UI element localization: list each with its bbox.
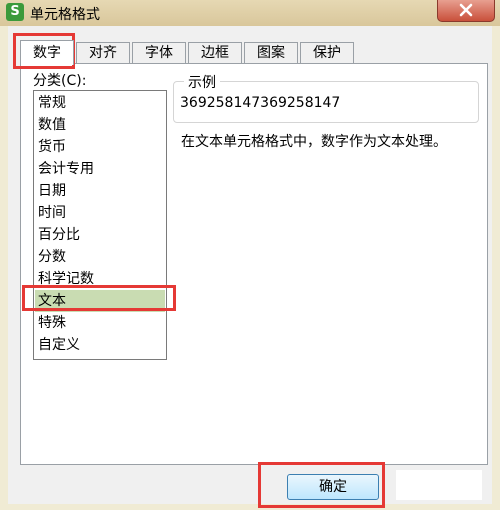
category-item-time[interactable]: 时间 [35,202,165,224]
category-item-special[interactable]: 特殊 [35,312,165,334]
category-item-date[interactable]: 日期 [35,180,165,202]
close-icon [459,3,473,17]
obscured-cancel-area [396,470,482,500]
category-item-percentage[interactable]: 百分比 [35,224,165,246]
dialog-body: 数字 对齐 字体 边框 图案 保护 分类(C): 常规 数值 货币 会计专用 日… [8,26,492,504]
tab-number[interactable]: 数字 [20,40,74,65]
spreadsheet-app-icon: S [6,3,24,21]
category-item-number[interactable]: 数值 [35,114,165,136]
category-item-text[interactable]: 文本 [35,290,165,312]
tab-font[interactable]: 字体 [132,42,186,63]
category-item-currency[interactable]: 货币 [35,136,165,158]
category-item-scientific[interactable]: 科学记数 [35,268,165,290]
category-item-general[interactable]: 常规 [35,92,165,114]
close-button[interactable] [437,0,495,22]
example-value: 369258147369258147 [180,95,341,111]
ok-button[interactable]: 确定 [287,474,379,500]
tab-pattern[interactable]: 图案 [244,42,298,63]
window-title: 单元格格式 [30,7,100,23]
tab-alignment[interactable]: 对齐 [76,42,130,63]
number-format-panel: 分类(C): 常规 数值 货币 会计专用 日期 时间 百分比 分数 科学记数 文… [20,63,488,465]
category-item-accounting[interactable]: 会计专用 [35,158,165,180]
title-bar: S 单元格格式 [0,0,500,26]
example-group: 示例 369258147369258147 [173,72,479,123]
category-item-fraction[interactable]: 分数 [35,246,165,268]
tab-protection[interactable]: 保护 [300,42,354,63]
category-label: 分类(C): [33,73,87,89]
format-description: 在文本单元格格式中，数字作为文本处理。 [181,134,447,150]
tab-border[interactable]: 边框 [188,42,242,63]
category-list[interactable]: 常规 数值 货币 会计专用 日期 时间 百分比 分数 科学记数 文本 特殊 自定… [33,90,167,360]
example-legend: 示例 [184,72,220,92]
category-item-custom[interactable]: 自定义 [35,334,165,356]
